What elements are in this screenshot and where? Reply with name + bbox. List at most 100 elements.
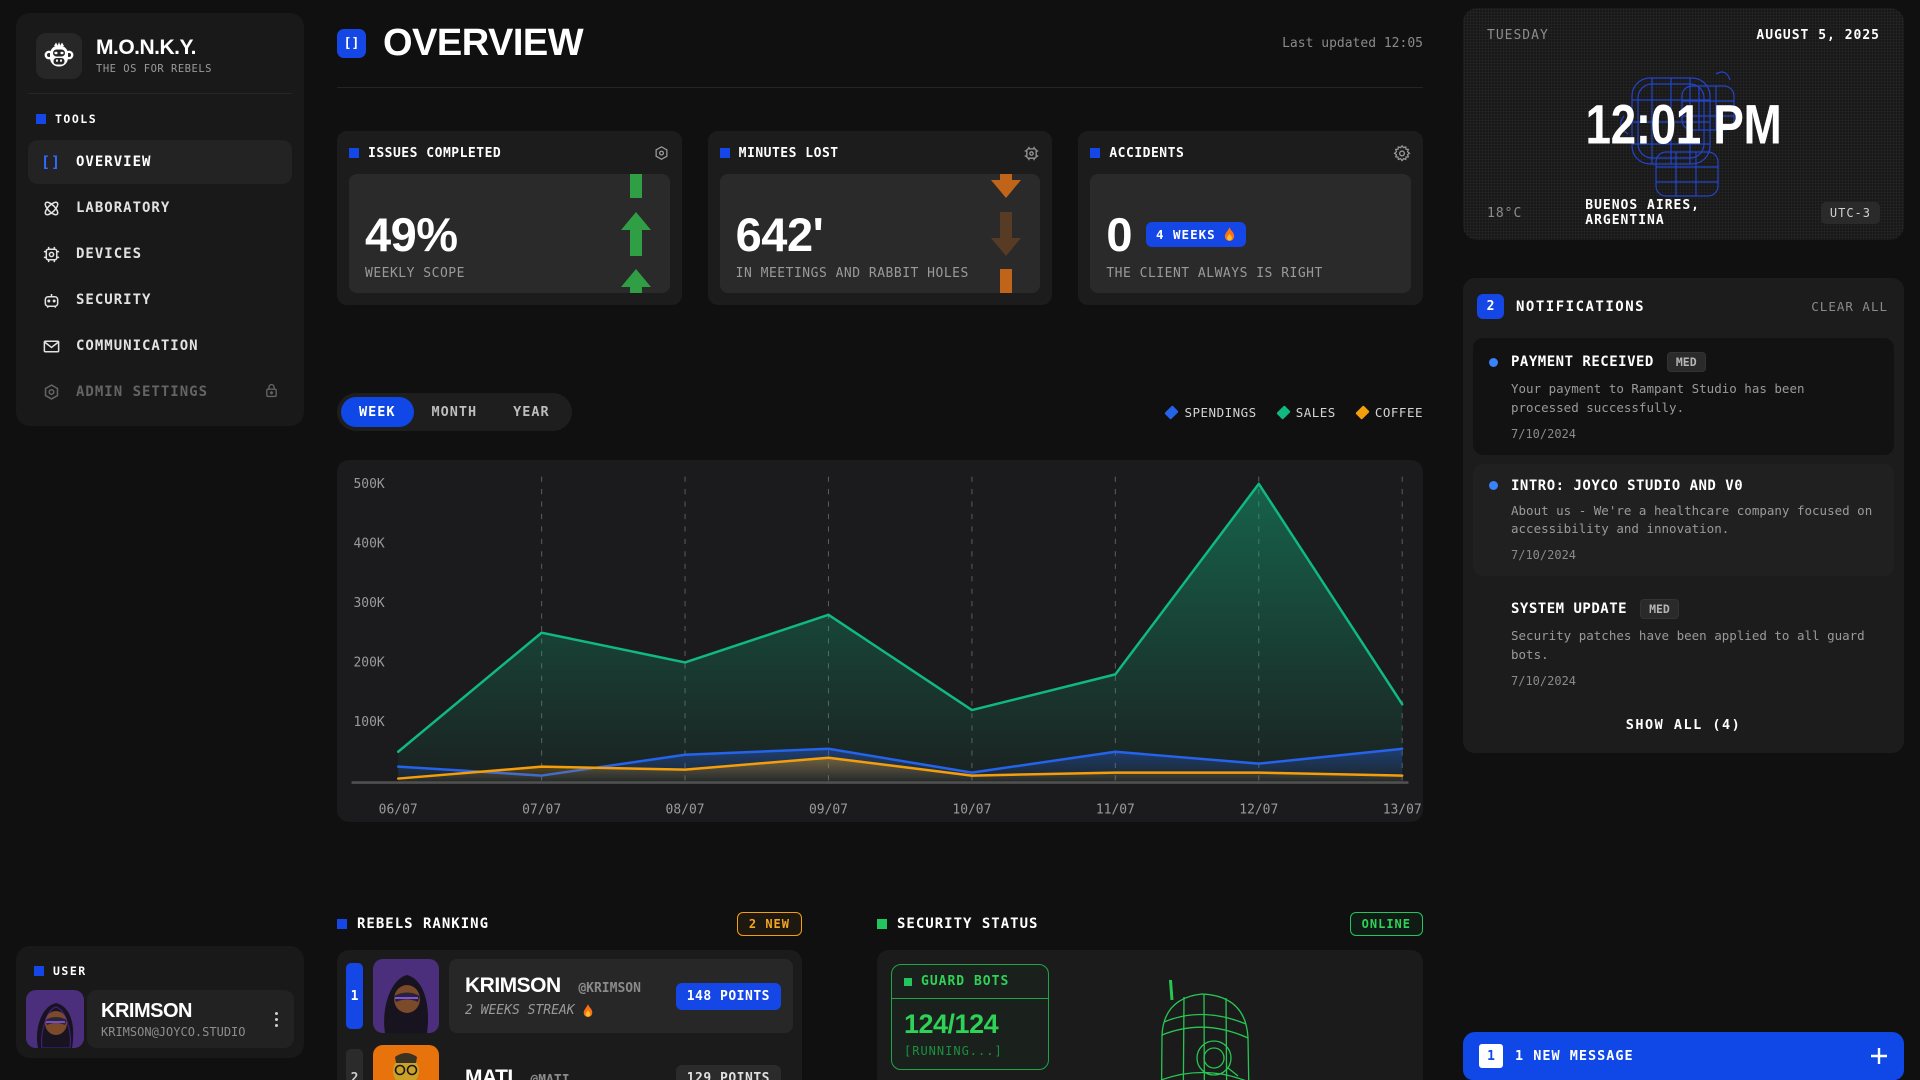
atom-icon — [40, 199, 62, 218]
user-section-label: USER — [53, 964, 87, 978]
sidebar-item-laboratory[interactable]: LABORATORY — [28, 186, 292, 230]
app-subtitle: THE OS FOR REBELS — [96, 63, 212, 75]
stat-subtitle: IN MEETINGS AND RABBIT HOLES — [736, 266, 1025, 281]
app-title: M.O.N.K.Y. — [96, 37, 212, 59]
blue-square-icon — [1090, 148, 1100, 158]
notifications-title: NOTIFICATIONS — [1516, 299, 1645, 315]
right-sidebar: TUESDAY AUGUST 5, 2025 12:01 PM 18°C — [1463, 8, 1904, 1080]
stat-body: 0 4 WEEKS THE CLIENT ALWAYS IS RIGHT — [1090, 174, 1411, 293]
app-logo: M.O.N.K.Y. THE OS FOR REBELS — [28, 25, 292, 94]
mail-icon — [40, 337, 62, 356]
user-info: KRIMSON KRIMSON@JOYCO.STUDIO — [87, 990, 294, 1048]
security-title: SECURITY STATUS — [897, 916, 1038, 932]
clock-card: TUESDAY AUGUST 5, 2025 12:01 PM 18°C — [1463, 8, 1904, 240]
gear-icon[interactable] — [653, 145, 670, 162]
tab-week[interactable]: WEEK — [341, 397, 414, 427]
notification-date: 7/10/2024 — [1511, 548, 1878, 562]
main-content: [] OVERVIEW Last updated 12:05 ISSUES CO… — [337, 0, 1423, 1080]
robot-icon — [40, 291, 62, 310]
svg-text:10/07: 10/07 — [952, 803, 991, 818]
sidebar-item-communication[interactable]: COMMUNICATION — [28, 324, 292, 368]
user-card: USER KRIMSON KRIMSON@JOY — [16, 946, 304, 1058]
trend-up-arrows-icon — [618, 174, 654, 293]
stat-card-issues-completed: ISSUES COMPLETED 49% WEEKLY SCOPE — [337, 131, 682, 305]
blue-square-icon — [337, 919, 347, 929]
notification-body: About us - We're a healthcare company fo… — [1511, 502, 1878, 540]
blue-square-icon — [349, 148, 359, 158]
date-label: AUGUST 5, 2025 — [1756, 28, 1880, 43]
stat-card-accidents: ACCIDENTS 0 4 WEEKS — [1078, 131, 1423, 305]
chart-controls: WEEK MONTH YEAR SPENDINGS SALES COFFEE — [337, 393, 1423, 431]
legend-spendings: SPENDINGS — [1167, 405, 1256, 420]
burst-gear-icon[interactable] — [1393, 144, 1411, 162]
sidebar-item-admin-settings[interactable]: ADMIN SETTINGS — [28, 370, 292, 414]
svg-text:100K: 100K — [354, 715, 385, 730]
tab-month[interactable]: MONTH — [414, 397, 496, 427]
chart-legend: SPENDINGS SALES COFFEE — [1167, 405, 1423, 420]
stat-value: 0 — [1106, 211, 1132, 258]
stat-body: 49% WEEKLY SCOPE — [349, 174, 670, 293]
guard-bot-wireframe-art — [1142, 980, 1272, 1080]
rebels-ranking-section: REBELS RANKING 2 NEW 1 — [337, 910, 802, 1080]
ranking-row-body: KRIMSON @KRIMSON 2 WEEKS STREAK — [449, 959, 793, 1033]
sidebar-item-overview[interactable]: [] OVERVIEW — [28, 140, 292, 184]
page-header: [] OVERVIEW Last updated 12:05 — [337, 0, 1423, 88]
ranking-row-1[interactable]: 1 — [346, 959, 793, 1033]
svg-text:400K: 400K — [354, 537, 385, 552]
rank-number: 1 — [346, 963, 363, 1029]
chip-icon[interactable] — [1023, 145, 1040, 162]
module-label: GUARD BOTS — [921, 974, 1009, 989]
stat-subtitle: THE CLIENT ALWAYS IS RIGHT — [1106, 266, 1395, 281]
chip-icon — [40, 245, 62, 264]
tab-year[interactable]: YEAR — [495, 397, 568, 427]
priority-badge: MED — [1667, 352, 1706, 372]
notification-body: Your payment to Rampant Studio has been … — [1511, 380, 1878, 418]
stats-row: ISSUES COMPLETED 49% WEEKLY SCOPE — [337, 131, 1423, 305]
notification-title: INTRO: JOYCO STUDIO AND V0 — [1511, 478, 1743, 494]
online-badge: ONLINE — [1350, 912, 1423, 936]
svg-text:300K: 300K — [354, 596, 385, 611]
plus-icon[interactable] — [1870, 1047, 1888, 1065]
page-title: OVERVIEW — [383, 22, 583, 65]
points-badge: 148 POINTS — [676, 983, 781, 1010]
security-status-section: SECURITY STATUS ONLINE GUARD BOTS 124/12… — [877, 910, 1423, 1080]
rebel-name: MATI — [465, 1066, 513, 1080]
diamond-icon — [1355, 405, 1369, 419]
nav-card: M.O.N.K.Y. THE OS FOR REBELS TOOLS [] OV… — [16, 13, 304, 426]
clear-all-button[interactable]: CLEAR ALL — [1811, 299, 1888, 314]
notification-title: SYSTEM UPDATE — [1511, 601, 1627, 617]
svg-text:500K: 500K — [354, 477, 385, 492]
status-dot — [1489, 605, 1498, 614]
notification-date: 7/10/2024 — [1511, 427, 1878, 441]
module-status: [RUNNING...] — [892, 1042, 1048, 1069]
user-row[interactable]: KRIMSON KRIMSON@JOYCO.STUDIO — [26, 990, 294, 1048]
message-count-badge: 1 — [1479, 1044, 1503, 1068]
sidebar-item-label: LABORATORY — [76, 200, 170, 216]
new-message-bar[interactable]: 1 1 NEW MESSAGE — [1463, 1032, 1904, 1080]
streak-badge-label: 4 WEEKS — [1156, 227, 1216, 242]
notification-intro-joyco[interactable]: INTRO: JOYCO STUDIO AND V0 About us - We… — [1473, 464, 1894, 577]
rebel-streak: 2 WEEKS STREAK — [465, 1003, 641, 1018]
user-menu-dots-icon[interactable] — [269, 1006, 284, 1033]
security-panel: GUARD BOTS 124/124 [RUNNING...] FIREWALL — [877, 950, 1423, 1080]
sidebar-item-label: OVERVIEW — [76, 154, 151, 170]
location-label: BUENOS AIRES, ARGENTINA — [1585, 198, 1782, 228]
diamond-icon — [1276, 405, 1290, 419]
left-sidebar: M.O.N.K.Y. THE OS FOR REBELS TOOLS [] OV… — [16, 13, 304, 1058]
sidebar-item-label: COMMUNICATION — [76, 338, 199, 354]
weekday-label: TUESDAY — [1487, 28, 1549, 43]
notification-payment-received[interactable]: PAYMENT RECEIVED MED Your payment to Ram… — [1473, 338, 1894, 455]
stat-body: 642' IN MEETINGS AND RABBIT HOLES — [720, 174, 1041, 293]
stat-label: MINUTES LOST — [739, 146, 839, 161]
notifications-panel: 2 NOTIFICATIONS CLEAR ALL PAYMENT RECEIV… — [1463, 278, 1904, 753]
area-chart: 100K200K300K400K500K06/0707/0708/0709/07… — [337, 460, 1423, 822]
sidebar-item-devices[interactable]: DEVICES — [28, 232, 292, 276]
app-title-block: M.O.N.K.Y. THE OS FOR REBELS — [96, 37, 212, 74]
sidebar-item-security[interactable]: SECURITY — [28, 278, 292, 322]
legend-coffee: COFFEE — [1358, 405, 1423, 420]
notification-date: 7/10/2024 — [1511, 674, 1878, 688]
ranking-row-2[interactable]: 2 — [346, 1045, 793, 1080]
show-all-button[interactable]: SHOW ALL (4) — [1473, 702, 1894, 743]
notification-system-update[interactable]: SYSTEM UPDATE MED Security patches have … — [1473, 585, 1894, 702]
blue-square-icon — [36, 114, 46, 124]
